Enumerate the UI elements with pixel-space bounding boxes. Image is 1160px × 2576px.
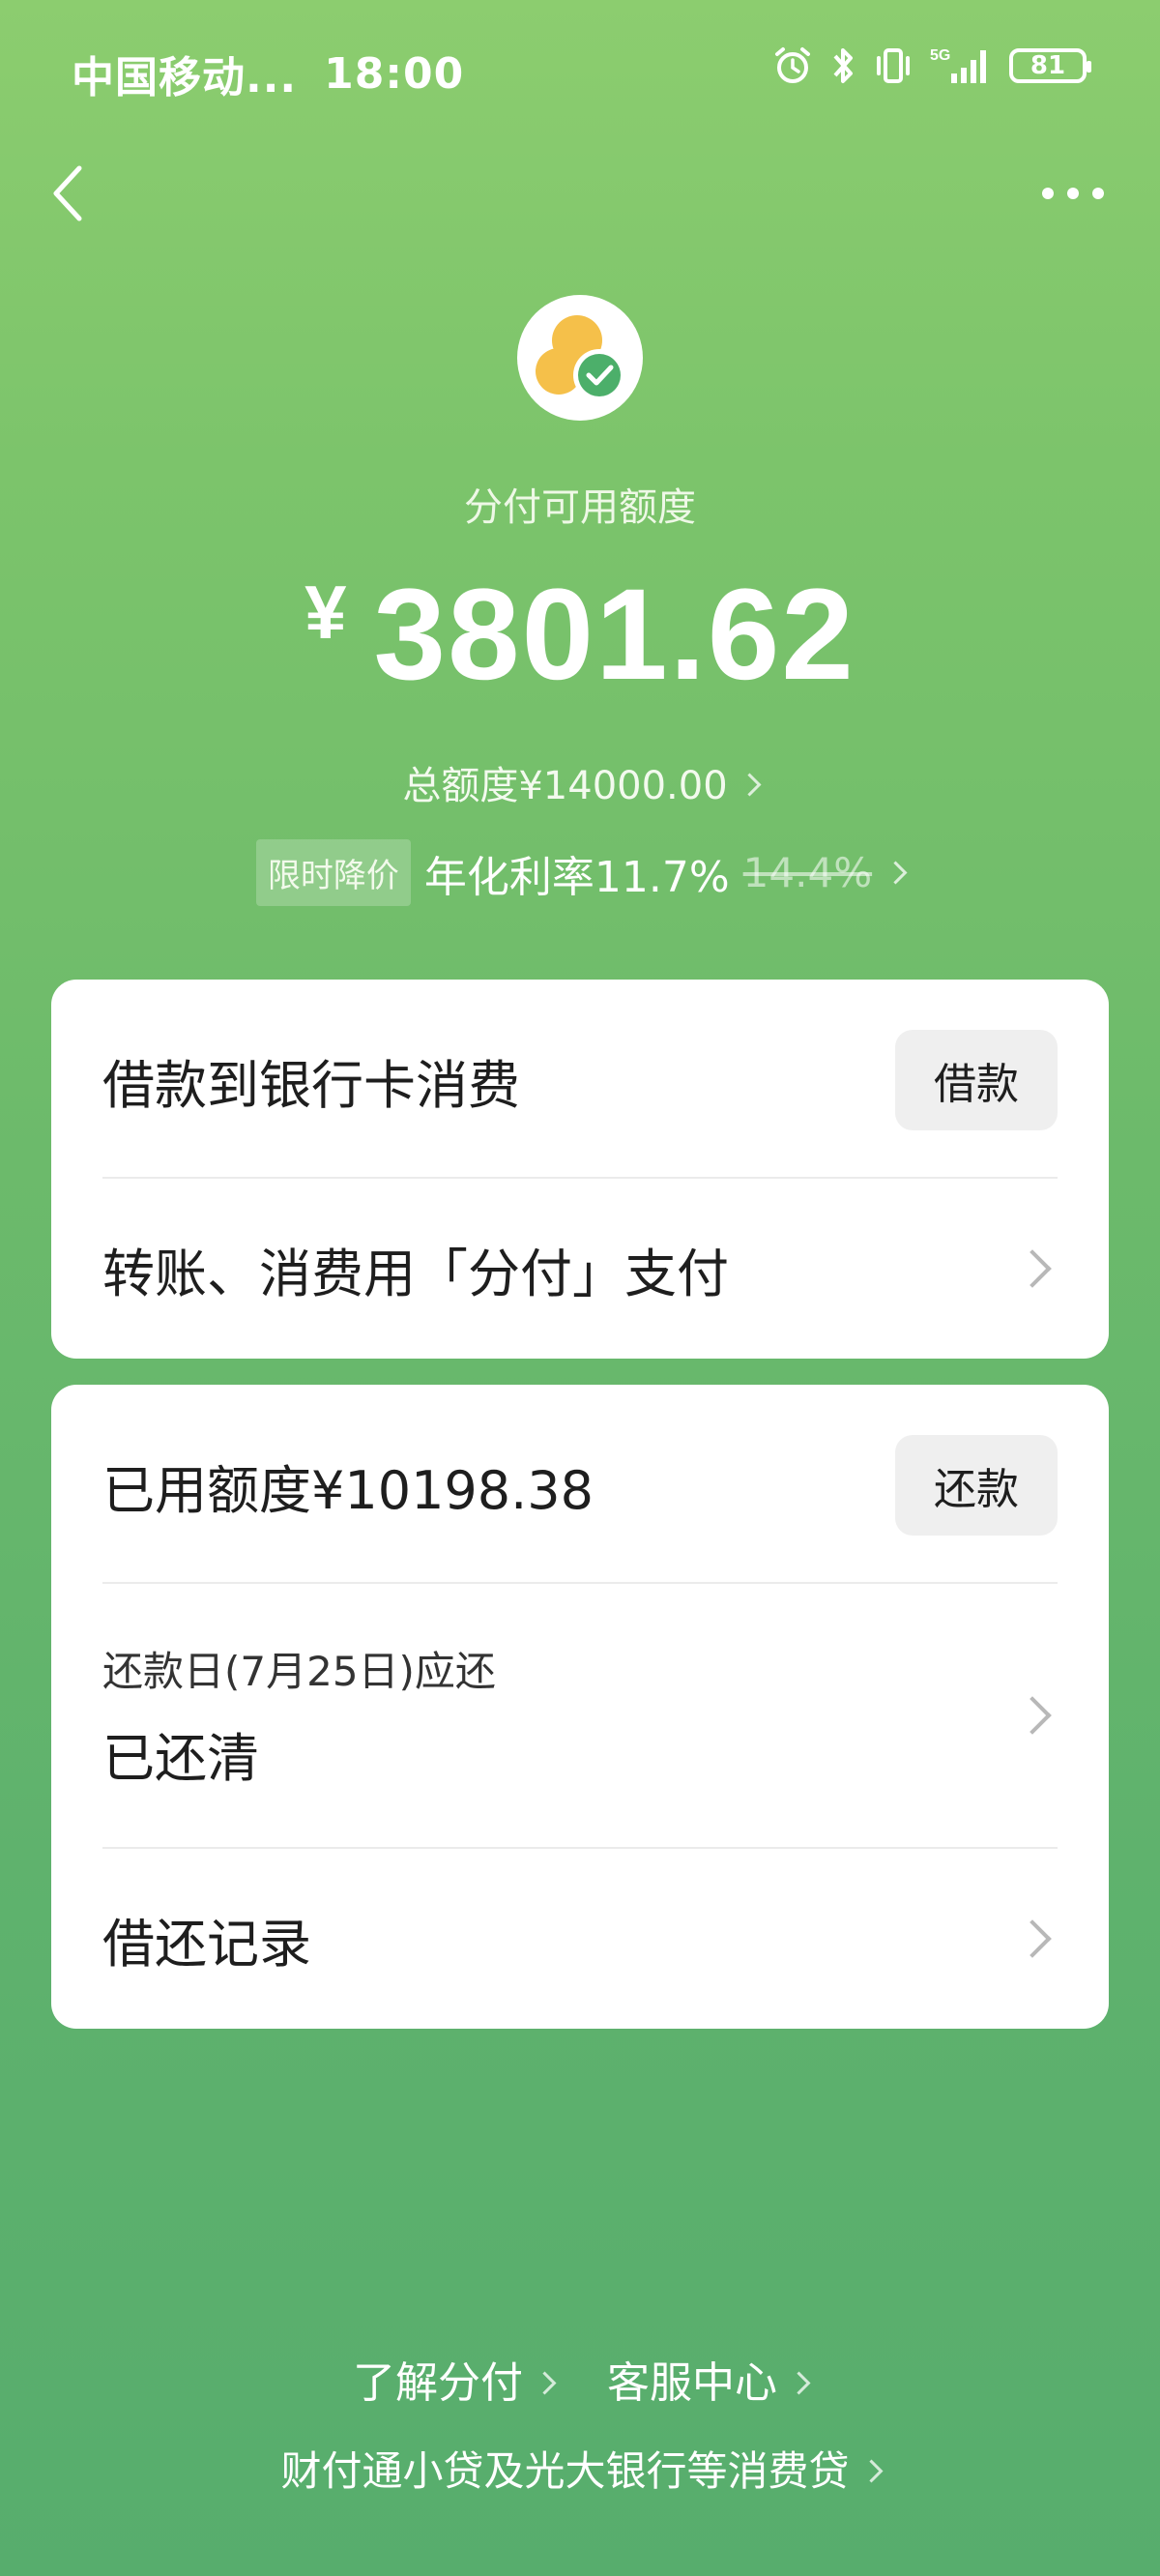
alarm-icon (775, 47, 810, 83)
coins-check-icon (536, 315, 625, 401)
fenfu-logo (517, 295, 643, 421)
promo-tag: 限时降价 (255, 839, 411, 906)
due-status-text: 已还清 (102, 1728, 259, 1789)
chevron-right-icon (1013, 1919, 1052, 1958)
borrow-card: 借款到银行卡消费 借款 转账、消费用「分付」支付 (51, 980, 1109, 1359)
used-credit-row: 已用额度¥10198.38 还款 (102, 1435, 1058, 1536)
due-info: 还款日(7月25日)应还 已还清 (102, 1639, 496, 1792)
battery-level: 81 (1030, 51, 1066, 80)
usage-card: 已用额度¥10198.38 还款 还款日(7月25日)应还 已还清 借还记录 (51, 1385, 1109, 2029)
loan-records-text: 借还记录 (102, 1913, 311, 1975)
chevron-right-icon (787, 2371, 811, 2395)
chevron-right-icon (533, 2371, 557, 2395)
chevron-right-icon (1013, 1696, 1052, 1735)
vibrate-icon (877, 48, 910, 83)
lender-info-link[interactable]: 财付通小贷及光大银行等消费贷 (0, 2439, 1160, 2498)
pay-with-fenfu-text: 转账、消费用「分付」支付 (102, 1243, 729, 1304)
learn-fenfu-text: 了解分付 (353, 2358, 523, 2408)
carrier-name: 中国移动... (72, 53, 298, 102)
used-credit-text: 已用额度¥10198.38 (102, 1459, 594, 1521)
chevron-left-icon (53, 165, 82, 221)
borrow-text: 借款到银行卡消费 (102, 1054, 520, 1116)
loan-records-row[interactable]: 借还记录 (102, 1849, 1058, 2029)
chevron-right-icon (738, 773, 762, 797)
chevron-right-icon (858, 2459, 884, 2483)
available-credit-label: 分付可用额度 (464, 485, 696, 530)
available-amount-value: 3801.62 (373, 563, 856, 707)
signal-icon: 5G (930, 47, 986, 83)
bluetooth-icon (833, 48, 853, 83)
more-dots-icon (1042, 188, 1104, 199)
due-date-label: 还款日(7月25日)应还 (102, 1648, 496, 1695)
svg-text:5G: 5G (930, 47, 950, 64)
chevron-right-icon (884, 861, 908, 885)
lender-info-text: 财付通小贷及光大银行等消费贷 (280, 2447, 850, 2495)
learn-fenfu-link[interactable]: 了解分付 (353, 2348, 557, 2410)
customer-service-link[interactable]: 客服中心 (607, 2348, 811, 2410)
due-row[interactable]: 还款日(7月25日)应还 已还清 (102, 1584, 1058, 1847)
annual-rate-text: 年化利率11.7% (423, 852, 730, 902)
old-rate-text: 14.4% (742, 849, 873, 896)
clock-time: 18:00 (324, 48, 465, 99)
back-button[interactable] (44, 159, 91, 228)
available-credit-amount: ¥3801.62 (0, 561, 1160, 709)
borrow-button[interactable]: 借款 (895, 1030, 1058, 1130)
status-icons: 5G 81 (771, 44, 1091, 87)
customer-service-text: 客服中心 (607, 2358, 777, 2408)
status-bar: 中国移动... 18:00 5G 81 (0, 0, 1160, 145)
total-limit-text: 总额度¥14000.00 (402, 764, 728, 808)
more-options-button[interactable] (1038, 170, 1108, 217)
chevron-right-icon (1013, 1249, 1052, 1288)
status-left: 中国移动... 18:00 (72, 43, 464, 104)
footer-links: 了解分付 客服中心 (0, 2348, 1160, 2410)
total-limit-link[interactable]: 总额度¥14000.00 (0, 754, 1160, 810)
borrow-row: 借款到银行卡消费 借款 (102, 1030, 1058, 1130)
repay-button[interactable]: 还款 (895, 1435, 1058, 1536)
battery-indicator: 81 (1009, 48, 1091, 83)
interest-rate-link[interactable]: 限时降价 年化利率11.7% 14.4% (0, 839, 1160, 906)
currency-symbol: ¥ (304, 570, 347, 655)
pay-with-fenfu-row[interactable]: 转账、消费用「分付」支付 (102, 1179, 1058, 1359)
